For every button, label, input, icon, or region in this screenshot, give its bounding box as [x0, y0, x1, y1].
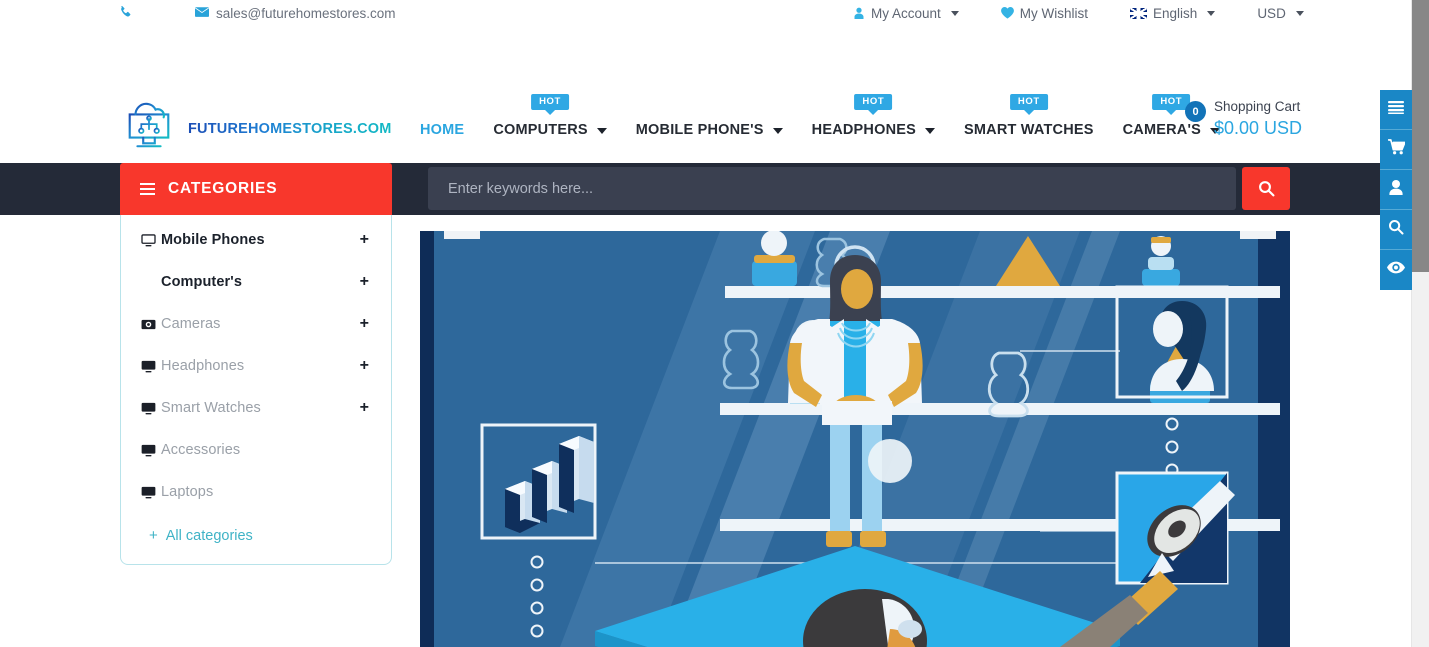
- nav-item-smart-watches[interactable]: HOT SMART WATCHES: [964, 94, 1094, 138]
- categories-panel: Mobile Phones + Computer's + Cameras + H…: [120, 213, 392, 565]
- main-navigation: HOME HOT COMPUTERS MOBILE PHONE'S HOT HE…: [420, 88, 1220, 138]
- category-item-cameras[interactable]: Cameras +: [121, 303, 391, 345]
- hot-badge: HOT: [1009, 94, 1048, 111]
- cart-count-badge: 0: [1185, 101, 1206, 122]
- category-label: Smart Watches: [161, 400, 261, 416]
- envelope-icon: [195, 7, 209, 20]
- search-field-wrapper[interactable]: [428, 167, 1236, 210]
- my-account-label: My Account: [871, 6, 941, 21]
- all-categories-link[interactable]: + All categories: [121, 513, 391, 544]
- chevron-down-icon: [772, 128, 783, 134]
- category-label: Laptops: [161, 484, 214, 500]
- categories-title: CATEGORIES: [168, 180, 278, 197]
- user-icon: [853, 7, 865, 21]
- monitor-icon: [141, 486, 161, 499]
- scrollbar-thumb[interactable]: [1412, 0, 1429, 272]
- hot-badge: HOT: [531, 94, 569, 111]
- top-utility-bar: sales@futurehomestores.com My Account My…: [0, 0, 1412, 27]
- category-item-laptops[interactable]: Laptops: [121, 471, 391, 513]
- menu-icon: [1388, 100, 1404, 119]
- search-submit-button[interactable]: [1242, 167, 1290, 210]
- page-root: sales@futurehomestores.com My Account My…: [0, 0, 1429, 647]
- all-categories-label: All categories: [165, 527, 253, 544]
- site-logo[interactable]: FUTUREHOMESTORES.COM: [120, 99, 392, 158]
- language-selector[interactable]: English: [1130, 6, 1216, 21]
- logo-icon: [120, 99, 178, 158]
- email-address: sales@futurehomestores.com: [216, 6, 396, 21]
- page-scrollbar[interactable]: [1412, 0, 1429, 647]
- category-item-computers[interactable]: Computer's +: [121, 261, 391, 303]
- category-item-mobile-phones[interactable]: Mobile Phones +: [121, 219, 391, 261]
- category-label: Computer's: [161, 274, 242, 290]
- plus-icon: +: [149, 527, 158, 544]
- category-label: Headphones: [161, 358, 245, 374]
- side-tool-menu[interactable]: [1380, 90, 1412, 130]
- currency-label: USD: [1257, 6, 1286, 21]
- nav-item-computers[interactable]: HOT COMPUTERS: [493, 94, 607, 138]
- hero-banner[interactable]: [420, 231, 1290, 647]
- side-tool-recently-viewed[interactable]: [1380, 250, 1412, 290]
- category-label: Accessories: [161, 442, 241, 458]
- monitor-icon: [141, 444, 161, 457]
- category-expand-icon[interactable]: +: [360, 232, 369, 248]
- search-icon: [1388, 219, 1404, 240]
- categories-toggle-button[interactable]: CATEGORIES: [120, 163, 392, 215]
- chevron-down-icon: [925, 128, 935, 134]
- nav-item-home[interactable]: HOME: [420, 122, 464, 138]
- chevron-down-icon: [1295, 11, 1304, 16]
- category-expand-icon[interactable]: +: [360, 274, 369, 290]
- heart-icon: [1000, 6, 1014, 21]
- nav-item-mobile-phones[interactable]: MOBILE PHONE'S: [636, 122, 783, 138]
- logo-text: FUTUREHOMESTORES.COM: [188, 120, 392, 137]
- camera-icon: [141, 318, 161, 331]
- topbar-links-group: My Account My Wishlist English USD: [853, 0, 1304, 27]
- monitor-icon: [141, 402, 161, 415]
- cart-icon: [1387, 139, 1406, 160]
- category-label: Mobile Phones: [161, 232, 265, 248]
- eye-icon: [1387, 261, 1405, 279]
- chevron-down-icon: [1207, 11, 1216, 16]
- nav-item-headphones[interactable]: HOT HEADPHONES: [811, 94, 935, 138]
- currency-selector[interactable]: USD: [1257, 6, 1304, 21]
- language-label: English: [1153, 6, 1198, 21]
- monitor-icon: [141, 360, 161, 373]
- site-header: FUTUREHOMESTORES.COM HOME HOT COMPUTERS …: [0, 27, 1412, 159]
- my-wishlist-link[interactable]: My Wishlist: [1000, 6, 1089, 21]
- side-tool-cart[interactable]: [1380, 130, 1412, 170]
- category-item-headphones[interactable]: Headphones +: [121, 345, 391, 387]
- category-item-accessories[interactable]: Accessories: [121, 429, 391, 471]
- nav-label: MOBILE PHONE'S: [635, 122, 764, 138]
- side-tool-search[interactable]: [1380, 210, 1412, 250]
- side-tool-account[interactable]: [1380, 170, 1412, 210]
- search-input[interactable]: [428, 180, 1236, 197]
- hero-illustration: [420, 231, 1290, 647]
- category-expand-icon[interactable]: +: [360, 400, 369, 416]
- monitor-icon: [141, 233, 161, 247]
- cart-label: Shopping Cart: [1214, 99, 1301, 114]
- email-contact[interactable]: sales@futurehomestores.com: [195, 6, 396, 21]
- floating-side-toolbar: [1380, 90, 1412, 290]
- category-expand-icon[interactable]: +: [360, 358, 369, 374]
- nav-label: HOME: [420, 122, 465, 138]
- chevron-down-icon: [596, 128, 607, 134]
- uk-flag-icon: [1130, 8, 1148, 19]
- my-wishlist-label: My Wishlist: [1019, 6, 1089, 21]
- nav-label: SMART WATCHES: [964, 122, 1094, 138]
- nav-label: HEADPHONES: [811, 122, 916, 138]
- category-item-smart-watches[interactable]: Smart Watches +: [121, 387, 391, 429]
- shopping-cart-widget[interactable]: 0 Shopping Cart $0.00 USD: [1185, 98, 1302, 141]
- cart-text-block: Shopping Cart $0.00 USD: [1214, 98, 1302, 141]
- my-account-menu[interactable]: My Account: [853, 6, 959, 21]
- chevron-down-icon: [950, 11, 959, 16]
- user-icon: [1388, 179, 1404, 200]
- topbar-contact-group: sales@futurehomestores.com: [0, 5, 396, 23]
- phone-icon[interactable]: [118, 5, 133, 23]
- nav-label: COMPUTERS: [493, 122, 588, 138]
- cart-total: $0.00 USD: [1214, 118, 1303, 139]
- category-expand-icon[interactable]: +: [360, 316, 369, 332]
- category-label: Cameras: [161, 316, 221, 332]
- menu-icon: [140, 183, 155, 195]
- hot-badge: HOT: [854, 94, 893, 111]
